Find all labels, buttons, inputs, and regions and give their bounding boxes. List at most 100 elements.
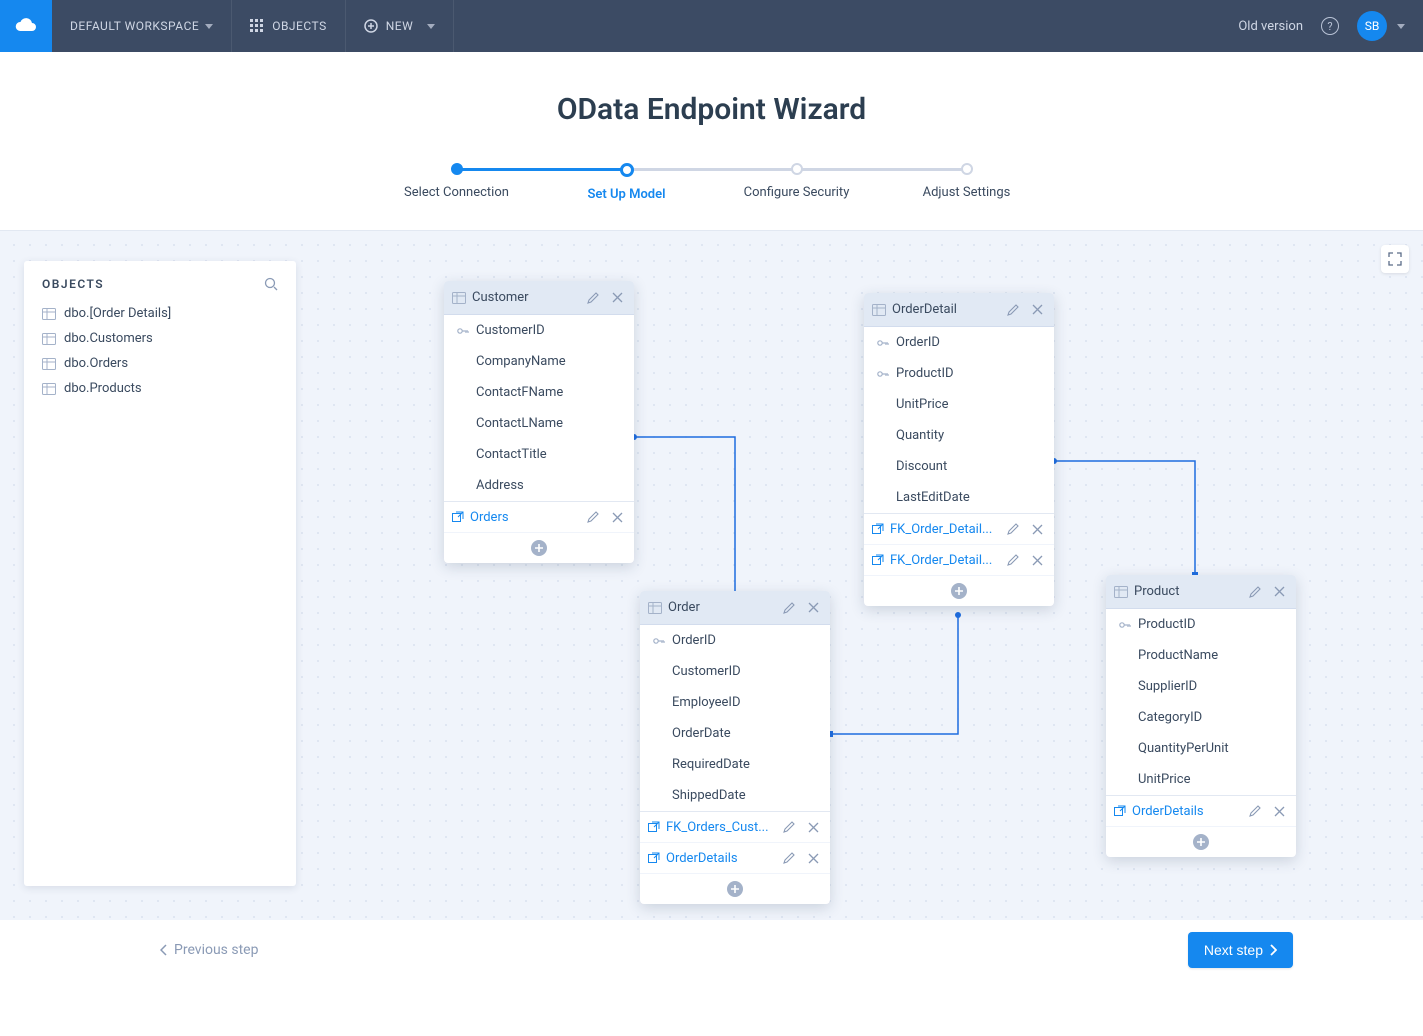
- nav-objects[interactable]: OBJECTS: [232, 0, 346, 52]
- edit-nav-button[interactable]: [1004, 551, 1022, 569]
- entity-field[interactable]: ContactLName: [444, 408, 634, 439]
- entity-field[interactable]: ProductID: [1106, 609, 1296, 640]
- entity-card-customer[interactable]: Customer CustomerID CompanyName ContactF…: [444, 281, 634, 563]
- navigation-icon: [872, 554, 884, 566]
- field-name: OrderID: [896, 335, 940, 350]
- entity-field[interactable]: CustomerID: [640, 656, 830, 687]
- entity-header[interactable]: Product: [1106, 575, 1296, 609]
- key-icon: [876, 369, 890, 379]
- workspace-selector[interactable]: DEFAULT WORKSPACE: [52, 0, 232, 52]
- entity-nav[interactable]: OrderDetails: [1106, 796, 1296, 827]
- entity-field[interactable]: QuantityPerUnit: [1106, 733, 1296, 764]
- entity-nav[interactable]: FK_Order_Detail...: [864, 545, 1054, 576]
- entity-field[interactable]: SupplierID: [1106, 671, 1296, 702]
- object-item[interactable]: dbo.Products: [34, 376, 286, 401]
- entity-card-order[interactable]: Order OrderID CustomerID EmployeeID Orde…: [640, 591, 830, 904]
- remove-nav-button[interactable]: [608, 508, 626, 526]
- entity-header[interactable]: Customer: [444, 281, 634, 315]
- model-canvas[interactable]: OBJECTS dbo.[Order Details]dbo.Customers…: [0, 230, 1423, 920]
- key-icon: [876, 338, 890, 348]
- add-nav-button[interactable]: [444, 533, 634, 563]
- page-header: OData Endpoint Wizard: [0, 52, 1423, 127]
- previous-step-button[interactable]: Previous step: [160, 942, 258, 958]
- edit-nav-button[interactable]: [584, 508, 602, 526]
- edit-entity-button[interactable]: [780, 599, 798, 617]
- entity-field[interactable]: OrderID: [864, 327, 1054, 358]
- entity-nav[interactable]: OrderDetails: [640, 843, 830, 874]
- entity-field[interactable]: OrderDate: [640, 718, 830, 749]
- edit-entity-button[interactable]: [584, 289, 602, 307]
- entity-header[interactable]: OrderDetail: [864, 293, 1054, 327]
- entity-field[interactable]: ProductName: [1106, 640, 1296, 671]
- app-logo[interactable]: [0, 0, 52, 52]
- old-version-link[interactable]: Old version: [1238, 19, 1303, 34]
- field-name: CustomerID: [672, 664, 741, 679]
- user-menu[interactable]: SB: [1357, 11, 1405, 41]
- object-item[interactable]: dbo.[Order Details]: [34, 301, 286, 326]
- nav-new[interactable]: NEW: [346, 0, 455, 52]
- edit-nav-button[interactable]: [780, 849, 798, 867]
- stepper-step[interactable]: Select Connection: [372, 163, 542, 200]
- nav-label: OrderDetails: [1132, 804, 1240, 819]
- field-name: ProductID: [1138, 617, 1196, 632]
- close-entity-button[interactable]: [804, 599, 822, 617]
- table-icon: [648, 602, 662, 614]
- entity-nav[interactable]: Orders: [444, 502, 634, 533]
- entity-field[interactable]: Address: [444, 470, 634, 501]
- close-entity-button[interactable]: [1270, 583, 1288, 601]
- entity-field[interactable]: ShippedDate: [640, 780, 830, 811]
- edit-nav-button[interactable]: [1246, 802, 1264, 820]
- entity-card-orderdetail[interactable]: OrderDetail OrderID ProductID UnitPrice …: [864, 293, 1054, 606]
- object-item[interactable]: dbo.Orders: [34, 351, 286, 376]
- chevron-down-icon: [205, 24, 213, 29]
- edit-nav-button[interactable]: [1004, 520, 1022, 538]
- entity-header[interactable]: Order: [640, 591, 830, 625]
- entity-card-product[interactable]: Product ProductID ProductName SupplierID…: [1106, 575, 1296, 857]
- object-item-label: dbo.Customers: [64, 331, 153, 346]
- remove-nav-button[interactable]: [1028, 520, 1046, 538]
- remove-nav-button[interactable]: [804, 849, 822, 867]
- add-nav-button[interactable]: [864, 576, 1054, 606]
- step-label: Set Up Model: [542, 187, 712, 202]
- entity-field[interactable]: ContactTitle: [444, 439, 634, 470]
- entity-field[interactable]: CategoryID: [1106, 702, 1296, 733]
- add-nav-button[interactable]: [1106, 827, 1296, 857]
- entity-field[interactable]: CompanyName: [444, 346, 634, 377]
- search-icon[interactable]: [264, 277, 278, 291]
- entity-field[interactable]: LastEditDate: [864, 482, 1054, 513]
- field-name: CategoryID: [1138, 710, 1202, 725]
- next-step-button[interactable]: Next step: [1188, 932, 1293, 968]
- navigation-icon: [452, 511, 464, 523]
- help-icon[interactable]: ?: [1321, 17, 1339, 35]
- add-nav-button[interactable]: [640, 874, 830, 904]
- entity-field[interactable]: Discount: [864, 451, 1054, 482]
- entity-field[interactable]: UnitPrice: [1106, 764, 1296, 795]
- edit-nav-button[interactable]: [780, 818, 798, 836]
- field-name: Address: [476, 478, 524, 493]
- remove-nav-button[interactable]: [1028, 551, 1046, 569]
- edit-entity-button[interactable]: [1004, 301, 1022, 319]
- close-entity-button[interactable]: [1028, 301, 1046, 319]
- entity-field[interactable]: Quantity: [864, 420, 1054, 451]
- workspace-label: DEFAULT WORKSPACE: [70, 19, 199, 33]
- object-item[interactable]: dbo.Customers: [34, 326, 286, 351]
- remove-nav-button[interactable]: [804, 818, 822, 836]
- entity-field[interactable]: RequiredDate: [640, 749, 830, 780]
- entity-field[interactable]: ProductID: [864, 358, 1054, 389]
- navigation-icon: [648, 852, 660, 864]
- entity-field[interactable]: CustomerID: [444, 315, 634, 346]
- entity-nav[interactable]: FK_Orders_Cust...: [640, 812, 830, 843]
- entity-nav[interactable]: FK_Order_Detail...: [864, 514, 1054, 545]
- entity-field[interactable]: UnitPrice: [864, 389, 1054, 420]
- next-step-label: Next step: [1204, 942, 1263, 958]
- entity-field[interactable]: ContactFName: [444, 377, 634, 408]
- field-name: SupplierID: [1138, 679, 1197, 694]
- close-entity-button[interactable]: [608, 289, 626, 307]
- nav-label: Orders: [470, 510, 578, 525]
- edit-entity-button[interactable]: [1246, 583, 1264, 601]
- remove-nav-button[interactable]: [1270, 802, 1288, 820]
- entity-field[interactable]: EmployeeID: [640, 687, 830, 718]
- entity-name: OrderDetail: [892, 302, 998, 317]
- expand-canvas-button[interactable]: [1381, 245, 1409, 273]
- entity-field[interactable]: OrderID: [640, 625, 830, 656]
